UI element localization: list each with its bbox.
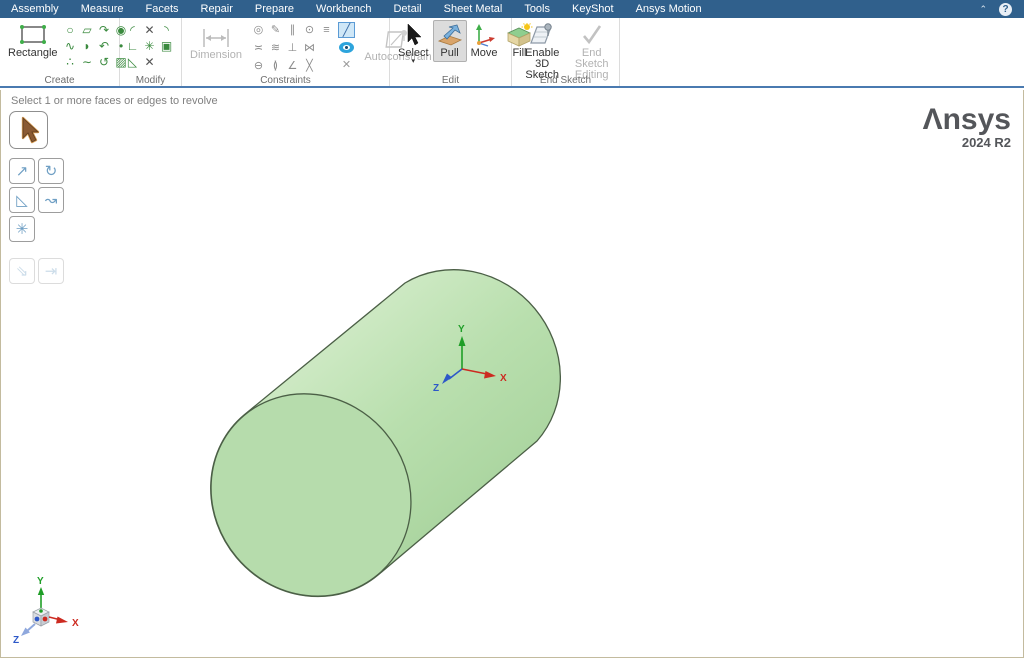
trim-icon[interactable]: ✕ — [141, 22, 158, 38]
triad-cube-right-dot — [43, 617, 48, 622]
y-axis-label: Y — [458, 324, 465, 335]
move-button[interactable]: Move — [467, 20, 502, 62]
rectangle-icon — [18, 23, 48, 47]
concentric-constraint-icon[interactable]: ⊙ — [301, 22, 318, 38]
create-group-label: Create — [0, 75, 119, 86]
menu-tab-sheet-metal[interactable]: Sheet Metal — [433, 1, 514, 17]
menu-tab-keyshot[interactable]: KeyShot — [561, 1, 625, 17]
menu-tab-ansys-motion[interactable]: Ansys Motion — [625, 1, 713, 17]
world-y-label: Y — [37, 576, 44, 587]
fillet-icon[interactable]: ◜ — [124, 22, 141, 38]
coincident-constraint-icon[interactable]: ≋ — [267, 40, 284, 56]
sweep-arc-icon[interactable]: ↶ — [96, 38, 113, 54]
ribbon-toolbar: Create Rectangle ○ ▱ ↷ ◉ ∿ ◗ ↶ • ∴ ∼ ↺ ▨… — [0, 18, 1024, 88]
ribbon-empty-space — [620, 18, 1024, 86]
world-x-label: X — [72, 618, 79, 629]
modify-group-label: Modify — [120, 75, 181, 86]
world-z-label: Z — [13, 635, 19, 646]
menu-tab-repair[interactable]: Repair — [190, 1, 244, 17]
chamfer-icon[interactable]: ∟ — [124, 38, 141, 54]
constraints-grid: ◎ ✎ ∥ ⊙ ≡ ≍ ≋ ⊥ ⋈ ⊖ ≬ ∠ ╳ — [250, 20, 335, 74]
move-label: Move — [471, 48, 498, 59]
spline-icon[interactable]: ∿ — [62, 38, 79, 54]
rectangle-button[interactable]: Rectangle — [4, 20, 62, 62]
edit-group-label: Edit — [390, 75, 511, 86]
arc-icon[interactable]: ↷ — [96, 22, 113, 38]
ribbon-group-modify: Modify ◜ ✕ ◝ ∟ ✳ ▣ ◺ ✕ — [120, 18, 182, 86]
menu-tab-measure[interactable]: Measure — [70, 1, 135, 17]
ribbon-group-create: Create Rectangle ○ ▱ ↷ ◉ ∿ ◗ ↶ • ∴ ∼ ↺ ▨ — [0, 18, 120, 86]
collapse-ribbon-icon[interactable]: ⌃ — [967, 4, 999, 15]
menu-tab-assembly[interactable]: Assembly — [0, 1, 70, 17]
dimension-icon — [200, 27, 232, 49]
perpendicular-constraint-icon[interactable]: ⊥ — [284, 40, 301, 56]
pull-label: Pull — [440, 48, 458, 59]
normal-constraint-icon[interactable]: ╳ — [301, 58, 318, 74]
ellipse-icon[interactable]: ◗ — [79, 38, 96, 54]
dimension-label: Dimension — [190, 50, 242, 61]
select-dropdown-caret-icon[interactable]: ▾ — [412, 59, 416, 64]
constraints-group-label: Constraints — [182, 75, 389, 86]
ribbon-group-end-sketch: End Sketch Enable 3D Sketch End Sketch E… — [512, 18, 620, 86]
menu-tab-facets[interactable]: Facets — [134, 1, 189, 17]
end-sketch-check-icon — [580, 23, 604, 47]
select-cursor-icon — [402, 23, 424, 47]
offset-icon[interactable]: ◺ — [124, 54, 141, 70]
pull-button[interactable]: Pull — [433, 20, 467, 62]
help-icon[interactable]: ? — [999, 3, 1012, 16]
triad-cube-front-dot — [35, 617, 40, 622]
extend-icon[interactable]: ✳ — [141, 38, 158, 54]
midpoint-constraint-icon[interactable]: ≍ — [250, 40, 267, 56]
sticky-constraint-icon[interactable]: ╱ — [338, 22, 355, 38]
menu-bar: Assembly Measure Facets Repair Prepare W… — [0, 0, 1024, 18]
world-y-arrow — [38, 587, 44, 595]
inspect-constraint-icon[interactable]: ◎ — [250, 22, 267, 38]
menu-tab-workbench[interactable]: Workbench — [305, 1, 382, 17]
equal-constraint-icon[interactable]: ≡ — [318, 22, 335, 38]
enable-3d-sketch-icon — [528, 23, 556, 47]
spiral-icon[interactable]: ↺ — [96, 54, 113, 70]
show-constraints-eye-icon[interactable] — [339, 42, 354, 53]
constraint-toggles: ╱ ✕ — [338, 22, 355, 74]
clear-constraints-icon[interactable]: ✕ — [342, 58, 351, 71]
ribbon-group-constraints: Constraints Dimension ◎ ✎ ∥ ⊙ ≡ ≍ — [182, 18, 390, 86]
ribbon-group-edit: Edit Select ▾ Pull Move — [390, 18, 512, 86]
cylinder-body[interactable] — [170, 270, 561, 637]
pull-icon — [437, 23, 463, 47]
construction-points-icon[interactable]: ∴ — [62, 54, 79, 70]
symmetry-constraint-icon[interactable]: ⋈ — [301, 40, 318, 56]
polygon-icon[interactable]: ▱ — [79, 22, 96, 38]
menu-tab-detail[interactable]: Detail — [382, 1, 432, 17]
world-x-arrow — [56, 617, 68, 624]
equal-length-constraint-icon[interactable]: ≬ — [267, 58, 284, 74]
model-viewport[interactable]: Select 1 or more faces or edges to revol… — [0, 90, 1024, 658]
construction-line-icon[interactable]: ∼ — [79, 54, 96, 70]
world-triad[interactable]: Y X Z — [13, 576, 79, 646]
project-icon[interactable]: ▣ — [158, 38, 175, 54]
tangent-constraint-icon[interactable]: ⊖ — [250, 58, 267, 74]
modify-tools-grid: ◜ ✕ ◝ ∟ ✳ ▣ ◺ ✕ — [124, 22, 175, 70]
pin-constraint-icon[interactable]: ✎ — [267, 22, 284, 38]
edit-spline-icon[interactable]: ◝ — [158, 22, 175, 38]
z-axis-label: Z — [433, 383, 439, 394]
angle-constraint-icon[interactable]: ∠ — [284, 58, 301, 74]
end-sketch-group-label: End Sketch — [512, 75, 619, 86]
rectangle-label: Rectangle — [8, 48, 58, 59]
menu-tab-prepare[interactable]: Prepare — [244, 1, 305, 17]
menu-tab-tools[interactable]: Tools — [513, 1, 561, 17]
scene-canvas[interactable]: Y X Z Y X Z — [1, 90, 1023, 657]
circle-icon[interactable]: ○ — [62, 22, 79, 38]
select-button[interactable]: Select ▾ — [394, 20, 433, 67]
dimension-button[interactable]: Dimension — [186, 24, 246, 64]
move-icon — [471, 23, 497, 47]
delete-icon[interactable]: ✕ — [141, 54, 158, 70]
parallel-constraint-icon[interactable]: ∥ — [284, 22, 301, 38]
x-axis-label: X — [500, 373, 507, 384]
triad-cube-top-dot — [39, 609, 43, 613]
